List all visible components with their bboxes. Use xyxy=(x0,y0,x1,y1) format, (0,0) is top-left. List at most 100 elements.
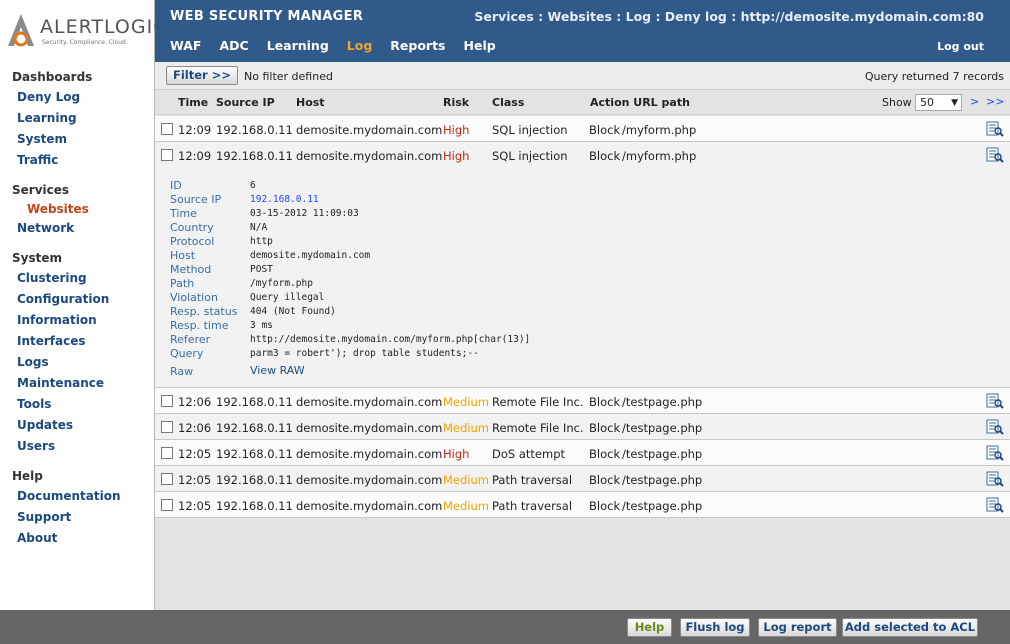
cell-time: 12:06 xyxy=(178,395,212,409)
cell-path: /testpage.php xyxy=(622,447,703,461)
col-host[interactable]: Host xyxy=(296,96,325,109)
table-row[interactable]: 12:05 192.168.0.11 demosite.mydomain.com Me… xyxy=(155,492,1010,518)
nav-group-services: Services Websites Network xyxy=(0,181,155,239)
col-source-ip[interactable]: Source IP xyxy=(216,96,275,109)
detail-value: 404 (Not Found) xyxy=(250,306,336,317)
cell-host: demosite.mydomain.com xyxy=(296,395,443,409)
sidebar-item-users[interactable]: Users xyxy=(0,436,155,457)
filter-button[interactable]: Filter >> xyxy=(166,66,238,85)
sidebar-item-websites[interactable]: Websites xyxy=(0,200,155,218)
sidebar-item-system[interactable]: System xyxy=(0,129,155,150)
sidebar-item-network[interactable]: Network xyxy=(0,218,155,239)
sidebar-item-clustering[interactable]: Clustering xyxy=(0,268,155,289)
sidebar-item-updates[interactable]: Updates xyxy=(0,415,155,436)
view-details-icon[interactable] xyxy=(986,393,1004,409)
detail-value: N/A xyxy=(250,222,268,233)
sidebar-item-logs[interactable]: Logs xyxy=(0,352,155,373)
sidebar-item-maintenance[interactable]: Maintenance xyxy=(0,373,155,394)
sidebar-item-support[interactable]: Support xyxy=(0,507,155,528)
col-time[interactable]: Time xyxy=(178,96,208,109)
detail-value: /myform.php xyxy=(250,278,313,289)
flush-log-button[interactable]: Flush log xyxy=(680,618,750,637)
log-report-button[interactable]: Log report xyxy=(758,618,837,637)
cell-action: Block xyxy=(589,473,621,487)
row-checkbox[interactable] xyxy=(161,395,173,407)
col-risk[interactable]: Risk xyxy=(443,96,469,109)
tab-reports[interactable]: Reports xyxy=(390,38,445,53)
help-button[interactable]: Help xyxy=(627,618,672,637)
table-row[interactable]: 12:09 192.168.0.11 demosite.mydomain.com Hi… xyxy=(155,116,1010,142)
sidebar-item-configuration[interactable]: Configuration xyxy=(0,289,155,310)
cell-action: Block xyxy=(589,447,621,461)
sidebar-item-traffic[interactable]: Traffic xyxy=(0,150,155,171)
row-checkbox[interactable] xyxy=(161,149,173,161)
detail-value: demosite.mydomain.com xyxy=(250,250,371,261)
row-checkbox[interactable] xyxy=(161,499,173,511)
detail-value: 6 xyxy=(250,180,256,191)
cell-action: Block xyxy=(589,149,621,163)
cell-class: SQL injection xyxy=(492,123,568,137)
detail-label: Path xyxy=(170,277,195,290)
top-nav: WAF ADC Learning Log Reports Help xyxy=(170,38,514,53)
view-details-icon[interactable] xyxy=(986,497,1004,513)
table-header: Time Source IP Host Risk Class Action UR… xyxy=(155,90,1010,115)
col-class[interactable]: Class xyxy=(492,96,524,109)
main-content: Filter >> No filter defined Query return… xyxy=(155,62,1010,644)
table-row[interactable]: 12:09 192.168.0.11 demosite.mydomain.com Hi… xyxy=(155,142,1010,168)
chevron-down-icon: ▼ xyxy=(951,98,958,108)
brand-name: ALERTLOGIC xyxy=(40,16,168,38)
cell-time: 12:05 xyxy=(178,473,212,487)
show-count-select[interactable]: 50 ▼ xyxy=(915,94,962,111)
table-row[interactable]: 12:05 192.168.0.11 demosite.mydomain.com Me… xyxy=(155,466,1010,492)
sidebar-item-interfaces[interactable]: Interfaces xyxy=(0,331,155,352)
sidebar-item-documentation[interactable]: Documentation xyxy=(0,486,155,507)
logout-link[interactable]: Log out xyxy=(937,40,984,53)
cell-action: Block xyxy=(589,395,621,409)
cell-risk: High xyxy=(443,447,470,461)
sidebar-item-about[interactable]: About xyxy=(0,528,155,549)
logo-icon xyxy=(8,14,34,47)
row-checkbox[interactable] xyxy=(161,123,173,135)
col-action-url[interactable]: Action URL path xyxy=(590,96,690,109)
row-checkbox[interactable] xyxy=(161,473,173,485)
next-page-link[interactable]: > xyxy=(970,95,979,108)
row-checkbox[interactable] xyxy=(161,447,173,459)
tab-learning[interactable]: Learning xyxy=(267,38,329,53)
cell-class: Remote File Inc. xyxy=(492,395,584,409)
table-row[interactable]: 12:06 192.168.0.11 demosite.mydomain.com Me… xyxy=(155,414,1010,440)
sidebar-item-information[interactable]: Information xyxy=(0,310,155,331)
tab-waf[interactable]: WAF xyxy=(170,38,201,53)
sidebar-item-learning[interactable]: Learning xyxy=(0,108,155,129)
table-row[interactable]: 12:05 192.168.0.11 demosite.mydomain.com Hi… xyxy=(155,440,1010,466)
view-raw-link[interactable]: View RAW xyxy=(250,364,305,377)
tab-log[interactable]: Log xyxy=(347,38,373,53)
cell-risk: Medium xyxy=(443,473,489,487)
cell-ip: 192.168.0.11 xyxy=(216,421,293,435)
cell-risk: High xyxy=(443,149,470,163)
nav-group-title: Services xyxy=(12,183,70,197)
cell-ip: 192.168.0.11 xyxy=(216,499,293,513)
row-checkbox[interactable] xyxy=(161,421,173,433)
view-details-icon[interactable] xyxy=(986,471,1004,487)
sidebar-item-tools[interactable]: Tools xyxy=(0,394,155,415)
detail-label: Country xyxy=(170,221,214,234)
tab-help[interactable]: Help xyxy=(464,38,496,53)
view-details-icon[interactable] xyxy=(986,419,1004,435)
view-details-icon[interactable] xyxy=(986,147,1004,163)
last-page-link[interactable]: >> xyxy=(986,95,1004,108)
view-details-icon[interactable] xyxy=(986,121,1004,137)
cell-path: /testpage.php xyxy=(622,421,703,435)
detail-label: Referer xyxy=(170,333,211,346)
detail-value[interactable]: 192.168.0.11 xyxy=(250,194,319,205)
add-to-acl-button[interactable]: Add selected to ACL xyxy=(842,618,978,637)
cell-time: 12:09 xyxy=(178,123,212,137)
view-details-icon[interactable] xyxy=(986,445,1004,461)
table-row[interactable]: 12:06 192.168.0.11 demosite.mydomain.com Me… xyxy=(155,388,1010,414)
sidebar-item-deny-log[interactable]: Deny Log xyxy=(0,87,155,108)
detail-label: Resp. status xyxy=(170,305,238,318)
tab-adc[interactable]: ADC xyxy=(219,38,248,53)
detail-label: Resp. time xyxy=(170,319,229,332)
cell-risk: Medium xyxy=(443,499,489,513)
cell-host: demosite.mydomain.com xyxy=(296,473,443,487)
nav-group-dashboards: Dashboards Deny Log Learning System Traffic xyxy=(0,68,155,171)
